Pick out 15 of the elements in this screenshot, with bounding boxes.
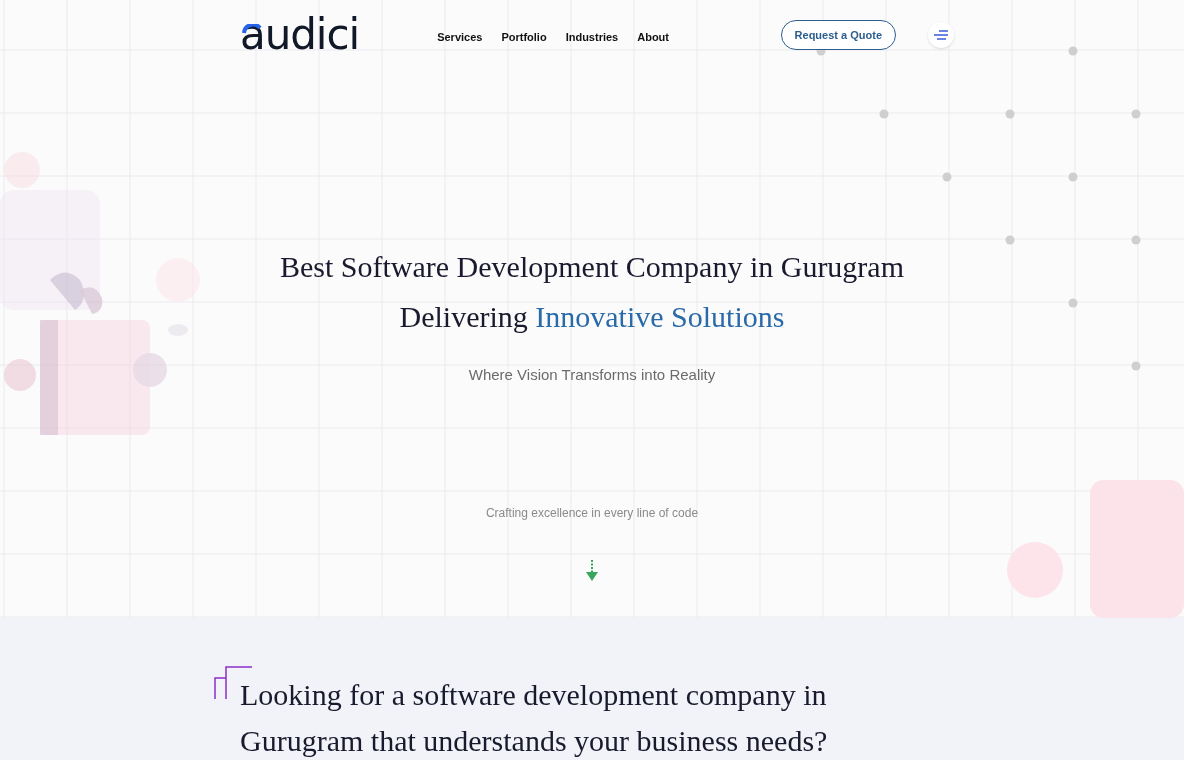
hero-heading: Best Software Development Company in Gurugram xyxy=(279,249,904,285)
hero-heading: Delivering Innovative Solutions xyxy=(399,299,785,335)
hero-subtitle: Where Vision Transforms into Reality xyxy=(468,365,716,385)
nav-link[interactable]: Industries xyxy=(565,28,619,46)
logo-text[interactable]: audici xyxy=(240,14,360,56)
menu-icon xyxy=(934,30,948,40)
nav-link[interactable]: About xyxy=(637,28,669,46)
nav-link[interactable]: Portfolio xyxy=(501,28,547,46)
quote-button[interactable]: Request a Quote xyxy=(780,20,896,50)
menu-button[interactable] xyxy=(928,22,954,48)
hero-tagline: Crafting excellence in every line of code xyxy=(485,504,699,522)
nav-link[interactable]: Services xyxy=(437,28,483,46)
section-heading: Looking for a software development company in Gurugram that understands your business needs? xyxy=(240,677,829,759)
logo-arc-icon xyxy=(242,24,264,34)
arrow-down-icon[interactable] xyxy=(586,559,598,582)
